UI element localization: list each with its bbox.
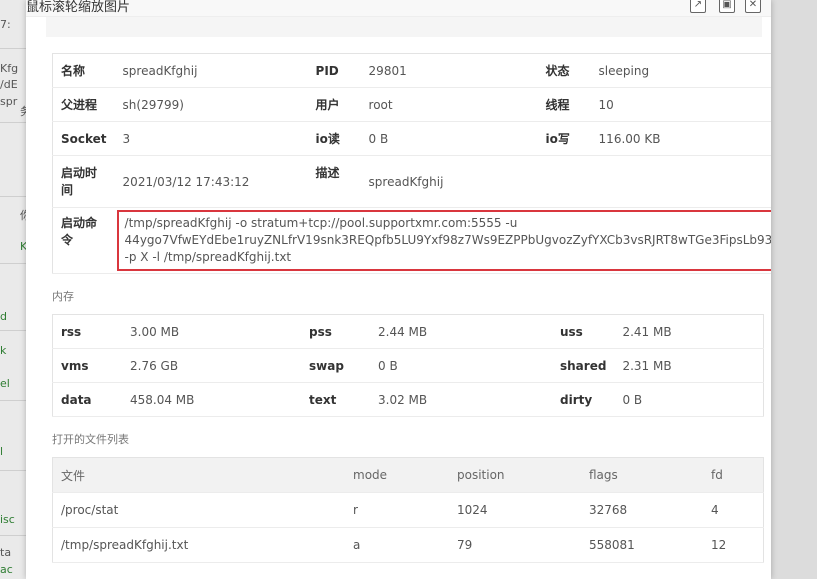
background-fragment: d bbox=[0, 310, 7, 323]
column-header-mode: mode bbox=[345, 457, 449, 493]
column-header-fd: fd bbox=[703, 457, 764, 493]
file-position: 79 bbox=[449, 527, 581, 563]
background-fragment: ta bbox=[0, 546, 12, 559]
description-label: 描述 bbox=[307, 155, 361, 208]
memory-value: 458.04 MB bbox=[122, 382, 301, 417]
dialog-titlebar: 鼠标滚轮缩放图片 ↗ ▣ ✕ bbox=[26, 0, 771, 17]
dialog-content: 名称 spreadKfghij PID 29801 状态 sleeping 父进… bbox=[52, 53, 771, 563]
open-files-table: 文件 mode position flags fd /proc/stat r 1… bbox=[52, 457, 764, 563]
pid-value: 29801 bbox=[360, 53, 538, 88]
column-header-file: 文件 bbox=[52, 457, 345, 493]
memory-value: 2.44 MB bbox=[370, 314, 552, 349]
memory-key: vms bbox=[52, 348, 122, 383]
command-line-3: -p X -l /tmp/spreadKfghij.txt bbox=[124, 250, 292, 264]
file-path: /tmp/spreadKfghij.txt bbox=[52, 527, 345, 563]
start-time-label: 启动时间 bbox=[52, 155, 115, 208]
status-label: 状态 bbox=[537, 53, 591, 88]
column-header-position: position bbox=[449, 457, 581, 493]
files-header-row: 文件 mode position flags fd bbox=[52, 457, 764, 493]
info-row: 名称 spreadKfghij PID 29801 状态 sleeping bbox=[52, 53, 771, 88]
description-value: spreadKfghij bbox=[360, 155, 771, 208]
socket-label: Socket bbox=[52, 121, 115, 156]
background-fragment: spr bbox=[0, 95, 18, 108]
user-value: root bbox=[360, 87, 538, 122]
open-external-icon[interactable]: ↗ bbox=[690, 0, 706, 13]
memory-value: 2.41 MB bbox=[614, 314, 764, 349]
memory-key: uss bbox=[552, 314, 615, 349]
background-fragment: l bbox=[0, 445, 4, 458]
close-icon[interactable]: ✕ bbox=[745, 0, 761, 13]
top-scroll-strip: · · · · · · · · · · · bbox=[46, 17, 762, 37]
name-label: 名称 bbox=[52, 53, 115, 88]
memory-value: 2.31 MB bbox=[614, 348, 764, 383]
background-fragment: /dE bbox=[0, 78, 18, 91]
memory-value: 3.00 MB bbox=[122, 314, 301, 349]
io-write-label: io写 bbox=[537, 121, 591, 156]
memory-key: swap bbox=[301, 348, 370, 383]
io-read-value: 0 B bbox=[360, 121, 538, 156]
memory-key: data bbox=[52, 382, 122, 417]
background-fragment: el bbox=[0, 377, 10, 390]
file-mode: a bbox=[345, 527, 449, 563]
memory-value: 0 B bbox=[614, 382, 764, 417]
threads-value: 10 bbox=[590, 87, 771, 122]
status-value: sleeping bbox=[590, 53, 771, 88]
parent-label: 父进程 bbox=[52, 87, 115, 122]
socket-value: 3 bbox=[114, 121, 308, 156]
pid-label: PID bbox=[307, 53, 361, 88]
file-position: 1024 bbox=[449, 492, 581, 528]
command-line-highlight: /tmp/spreadKfghij -o stratum+tcp://pool.… bbox=[116, 210, 771, 271]
memory-key: dirty bbox=[552, 382, 615, 417]
command-label: 启动命令 bbox=[52, 207, 115, 274]
file-fd: 12 bbox=[703, 527, 764, 563]
memory-row: rss 3.00 MB pss 2.44 MB uss 2.41 MB bbox=[52, 314, 764, 349]
partial-text: · · · · · · · · · · · bbox=[96, 17, 197, 22]
command-cell: /tmp/spreadKfghij -o stratum+tcp://pool.… bbox=[114, 207, 771, 274]
user-label: 用户 bbox=[307, 87, 361, 122]
name-value: spreadKfghij bbox=[114, 53, 308, 88]
info-row: 启动命令 /tmp/spreadKfghij -o stratum+tcp://… bbox=[52, 207, 771, 274]
background-fragment: k bbox=[0, 344, 7, 357]
memory-key: shared bbox=[552, 348, 615, 383]
background-left-panel: 7: Kfg /dE spr 务 你 Kf d k el l isc ta ac bbox=[0, 0, 31, 579]
start-time-value: 2021/03/12 17:43:12 bbox=[114, 155, 308, 208]
file-mode: r bbox=[345, 492, 449, 528]
background-fragment: 7: bbox=[0, 18, 11, 31]
memory-key: pss bbox=[301, 314, 370, 349]
threads-label: 线程 bbox=[537, 87, 591, 122]
memory-value: 0 B bbox=[370, 348, 552, 383]
table-row: /tmp/spreadKfghij.txt a 79 558081 12 bbox=[52, 527, 764, 563]
memory-table: rss 3.00 MB pss 2.44 MB uss 2.41 MB vms … bbox=[52, 314, 764, 417]
background-fragment: Kfg bbox=[0, 62, 19, 75]
maximize-icon[interactable]: ▣ bbox=[719, 0, 735, 13]
column-header-flags: flags bbox=[581, 457, 703, 493]
command-line-2: 44ygo7VfwEYdEbe1ruyZNLfrV19snk3REQpfb5LU… bbox=[124, 233, 771, 247]
process-detail-dialog: 鼠标滚轮缩放图片 ↗ ▣ ✕ · · · · · · · · · · · 名称 … bbox=[26, 0, 771, 579]
memory-key: text bbox=[301, 382, 370, 417]
memory-row: data 458.04 MB text 3.02 MB dirty 0 B bbox=[52, 382, 764, 417]
memory-value: 2.76 GB bbox=[122, 348, 301, 383]
dialog-title: 鼠标滚轮缩放图片 bbox=[26, 0, 131, 15]
background-fragment: ac bbox=[0, 563, 13, 576]
memory-value: 3.02 MB bbox=[370, 382, 552, 417]
file-flags: 32768 bbox=[581, 492, 703, 528]
background-right-panel bbox=[771, 0, 817, 579]
file-path: /proc/stat bbox=[52, 492, 345, 528]
parent-value: sh(29799) bbox=[114, 87, 308, 122]
io-write-value: 116.00 KB bbox=[590, 121, 771, 156]
memory-row: vms 2.76 GB swap 0 B shared 2.31 MB bbox=[52, 348, 764, 383]
memory-key: rss bbox=[52, 314, 122, 349]
file-fd: 4 bbox=[703, 492, 764, 528]
table-row: /proc/stat r 1024 32768 4 bbox=[52, 492, 764, 528]
info-row: 父进程 sh(29799) 用户 root 线程 10 bbox=[52, 87, 771, 122]
file-flags: 558081 bbox=[581, 527, 703, 563]
command-line-1: /tmp/spreadKfghij -o stratum+tcp://pool.… bbox=[124, 216, 518, 230]
memory-section-title: 内存 bbox=[52, 290, 74, 303]
info-row: 启动时间 2021/03/12 17:43:12 描述 spreadKfghij bbox=[52, 155, 771, 208]
info-row: Socket 3 io读 0 B io写 116.00 KB bbox=[52, 121, 771, 156]
io-read-label: io读 bbox=[307, 121, 361, 156]
process-info-table: 名称 spreadKfghij PID 29801 状态 sleeping 父进… bbox=[52, 53, 771, 274]
files-section-title: 打开的文件列表 bbox=[52, 433, 129, 446]
background-fragment: isc bbox=[0, 513, 15, 526]
